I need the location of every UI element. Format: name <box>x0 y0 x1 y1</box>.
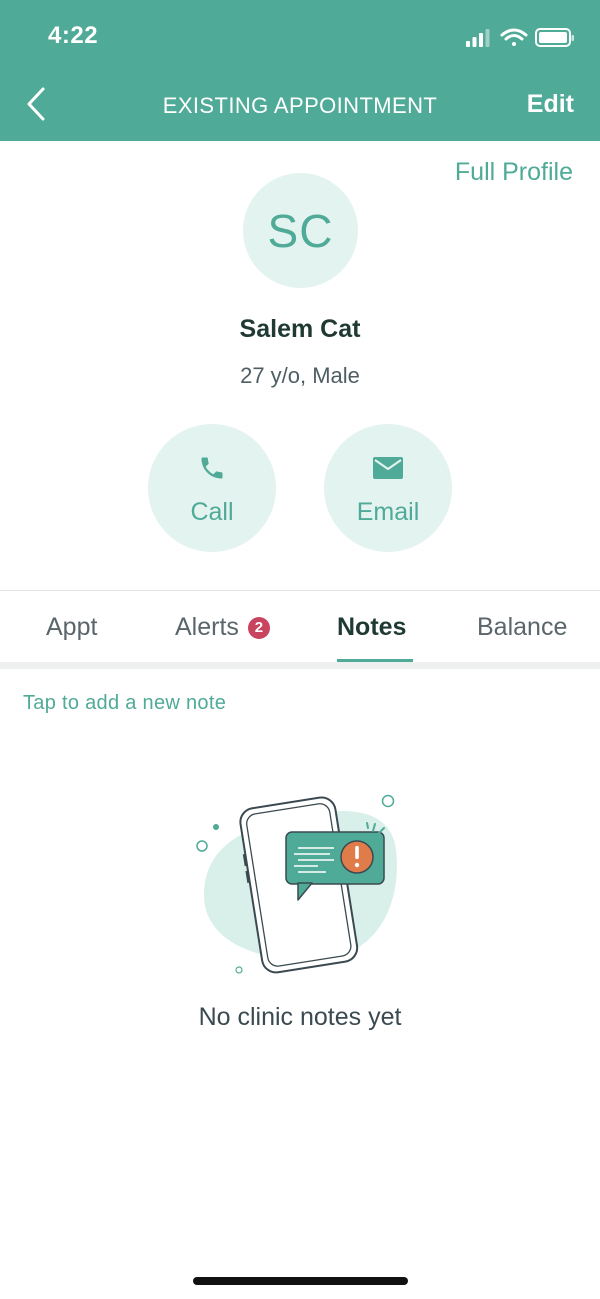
status-bar: 4:22 <box>0 0 600 70</box>
tab-balance[interactable]: Balance <box>477 613 567 642</box>
tab-appt[interactable]: Appt <box>46 613 97 642</box>
tab-notes[interactable]: Notes <box>337 613 406 642</box>
alerts-count-badge: 2 <box>247 616 270 639</box>
avatar: SC <box>243 173 358 288</box>
decor-circle <box>235 966 243 974</box>
patient-info: 27 y/o, Male <box>240 363 360 388</box>
full-profile-link[interactable]: Full Profile <box>455 158 573 187</box>
exclamation-icon <box>340 840 374 874</box>
call-button[interactable]: Call <box>148 424 276 552</box>
empty-notes-illustration <box>196 794 397 974</box>
tab-alerts[interactable]: Alerts 2 <box>175 613 270 642</box>
home-indicator[interactable] <box>193 1277 408 1285</box>
call-label: Call <box>190 498 234 526</box>
email-label: Email <box>356 498 420 526</box>
tab-alerts-label: Alerts <box>175 613 239 641</box>
decor-dot <box>213 824 219 830</box>
empty-state-message: No clinic notes yet <box>198 1003 402 1031</box>
edit-button[interactable]: Edit <box>527 90 574 119</box>
nav-bar: EXISTING APPOINTMENT Edit <box>0 76 600 136</box>
patient-name: Salem Cat <box>239 315 361 343</box>
status-icons <box>466 28 574 47</box>
decor-circle <box>381 794 395 808</box>
phone-icon <box>201 457 223 479</box>
tab-bar: Appt Alerts 2 Notes Balance <box>0 591 600 663</box>
status-time: 4:22 <box>48 22 99 49</box>
divider <box>0 662 600 669</box>
email-button[interactable]: Email <box>324 424 452 552</box>
wifi-icon <box>500 28 528 46</box>
envelope-icon <box>373 457 403 479</box>
avatar-initials: SC <box>267 204 334 257</box>
add-note-link[interactable]: Tap to add a new note <box>23 692 226 715</box>
app-header: 4:22 EXISTING APPOINTMENT Edit <box>0 0 600 141</box>
signal-icon <box>466 29 490 47</box>
battery-icon <box>535 28 574 47</box>
decor-circle <box>196 840 208 852</box>
page-title: EXISTING APPOINTMENT <box>162 93 438 118</box>
